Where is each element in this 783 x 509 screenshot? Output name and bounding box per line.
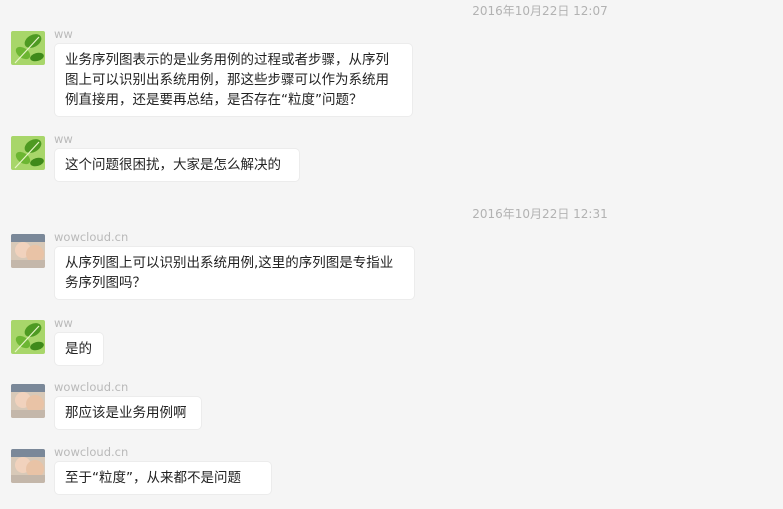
leaf-avatar[interactable] — [11, 136, 45, 170]
sender-name: wowcloud.cn — [54, 445, 129, 459]
chat-history: 2016年10月22日 12:07 ww 业务序列图表示的是业务用例的过程或者步… — [0, 0, 783, 509]
message-bubble: 那应该是业务用例啊 — [55, 397, 201, 429]
leaf-avatar[interactable] — [11, 320, 45, 354]
message-bubble: 这个问题很困扰，大家是怎么解决的 — [55, 149, 299, 181]
message-bubble: 是的 — [55, 333, 103, 365]
timestamp: 2016年10月22日 12:07 — [472, 4, 608, 18]
baby-avatar[interactable] — [11, 449, 45, 483]
sender-name: ww — [54, 316, 73, 330]
baby-avatar[interactable] — [11, 234, 45, 268]
message-bubble: 业务序列图表示的是业务用例的过程或者步骤，从序列图上可以识别出系统用例，那这些步… — [55, 44, 412, 116]
baby-avatar[interactable] — [11, 384, 45, 418]
leaf-avatar[interactable] — [11, 31, 45, 65]
message-bubble: 从序列图上可以识别出系统用例,这里的序列图是专指业务序列图吗？ — [55, 247, 414, 299]
timestamp: 2016年10月22日 12:31 — [472, 207, 608, 221]
sender-name: ww — [54, 27, 73, 41]
message-bubble: 至于“粒度”，从来都不是问题 — [55, 462, 271, 494]
sender-name: ww — [54, 132, 73, 146]
sender-name: wowcloud.cn — [54, 230, 129, 244]
sender-name: wowcloud.cn — [54, 380, 129, 394]
